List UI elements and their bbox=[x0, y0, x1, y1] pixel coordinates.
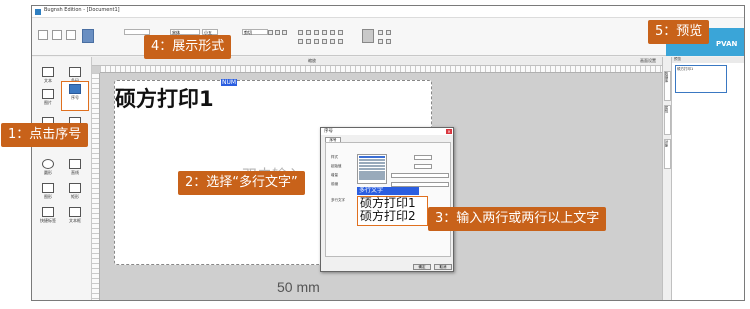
tool-serial-number-label: 序号 bbox=[71, 95, 79, 100]
tool-quick-label-label: 快捷标签 bbox=[40, 218, 56, 223]
tool-serial-number[interactable]: 序号 bbox=[61, 81, 89, 111]
serial-number-icon bbox=[69, 84, 81, 94]
step-value-field[interactable] bbox=[414, 164, 432, 169]
open-icon[interactable] bbox=[52, 30, 62, 40]
label-serial-text[interactable]: 硕方打印1 bbox=[115, 83, 214, 113]
callout-step2: 2：选择“多行文字” bbox=[178, 171, 305, 195]
multiline-text-input[interactable]: 硕方打印1 硕方打印2 bbox=[357, 196, 428, 226]
rectangle-icon bbox=[69, 183, 81, 193]
multiline-label: 多行文字 bbox=[331, 198, 345, 202]
cancel-button[interactable]: 取消 bbox=[434, 264, 452, 270]
tool-textbox[interactable]: 文本框 bbox=[61, 205, 89, 231]
tool-text-label: 文本 bbox=[44, 78, 52, 83]
group-icon[interactable] bbox=[378, 30, 383, 35]
serial-dialog: 序号 ✕ 序号 样式 起始值 增量 前缀 多行文字 多行文字 硕方打印1 硕方打… bbox=[320, 127, 454, 272]
align-left-icon[interactable] bbox=[268, 30, 273, 35]
unlock-icon[interactable] bbox=[386, 39, 391, 44]
tool-f-icon[interactable] bbox=[338, 30, 343, 35]
dialog-body: 样式 起始值 增量 前缀 多行文字 多行文字 硕方打印1 硕方打印2 bbox=[325, 142, 451, 257]
suffix-field[interactable] bbox=[391, 173, 449, 178]
tool-image[interactable]: 图片 bbox=[34, 87, 62, 113]
line-icon bbox=[69, 159, 81, 169]
side-tabs: 数据库 属性 对象 bbox=[662, 57, 671, 300]
page-setup-label[interactable]: 画面设置 bbox=[640, 58, 656, 64]
dialog-title: 序号 bbox=[321, 128, 453, 135]
style-dropdown-list[interactable] bbox=[357, 154, 387, 184]
text-icon bbox=[42, 67, 54, 77]
new-icon[interactable] bbox=[38, 30, 48, 40]
tool-quick-label[interactable]: 快捷标签 bbox=[34, 205, 62, 231]
tool-line-label: 直线 bbox=[71, 170, 79, 175]
callout-step5: 5：预览 bbox=[648, 20, 710, 44]
callout-step4: 4：展示形式 bbox=[144, 35, 232, 59]
tool-b-icon[interactable] bbox=[306, 30, 311, 35]
tool-circle-label: 圆形 bbox=[44, 170, 52, 175]
num-tag: NUM bbox=[221, 79, 238, 86]
left-ruler bbox=[92, 73, 100, 300]
align-right-icon[interactable] bbox=[282, 30, 287, 35]
tool-shape-label: 图形 bbox=[44, 194, 52, 199]
tool-i-icon[interactable] bbox=[314, 39, 319, 44]
preview-thumbnail[interactable]: 硕方打印1 bbox=[675, 65, 727, 93]
tool-rectangle-label: 矩形 bbox=[71, 194, 79, 199]
close-icon[interactable]: ✕ bbox=[446, 129, 452, 134]
tool-a-icon[interactable] bbox=[298, 30, 303, 35]
align-center-icon[interactable] bbox=[275, 30, 280, 35]
tool-shape[interactable]: 图形 bbox=[34, 181, 62, 207]
tab-properties[interactable]: 属性 bbox=[664, 105, 671, 135]
tab-database[interactable]: 数据库 bbox=[664, 71, 671, 101]
ribbon-toolbar: 宋体 小五 剪切 bbox=[32, 26, 744, 56]
top-ruler bbox=[100, 66, 662, 73]
tool-g-icon[interactable] bbox=[298, 39, 303, 44]
preview-panel: 预览 硕方打印1 bbox=[671, 57, 744, 300]
brand-text: PVAN bbox=[716, 40, 738, 48]
quick-label-icon bbox=[42, 207, 54, 217]
layout-icon[interactable] bbox=[362, 29, 374, 43]
ungroup-icon[interactable] bbox=[386, 30, 391, 35]
zoom-label[interactable]: 缩放 bbox=[308, 58, 316, 64]
tool-h-icon[interactable] bbox=[306, 39, 311, 44]
ok-button[interactable]: 确定 bbox=[413, 264, 431, 270]
tool-rectangle[interactable]: 矩形 bbox=[61, 181, 89, 207]
tool-line[interactable]: 直线 bbox=[61, 157, 89, 183]
callout-step1: 1：点击序号 bbox=[1, 123, 89, 147]
step-label: 增量 bbox=[331, 173, 338, 177]
tool-j-icon[interactable] bbox=[322, 39, 327, 44]
start-value-field[interactable] bbox=[414, 155, 432, 160]
circle-icon bbox=[42, 159, 54, 169]
window-title: Bugnsh Edition - [Document1] bbox=[44, 7, 120, 13]
save-icon[interactable] bbox=[66, 30, 76, 40]
shape-icon bbox=[42, 183, 54, 193]
callout-step3: 3：输入两行或两行以上文字 bbox=[428, 207, 607, 231]
preview-header: 预览 bbox=[672, 57, 744, 63]
lock-icon[interactable] bbox=[378, 39, 383, 44]
multiline-option-selected[interactable]: 多行文字 bbox=[357, 187, 419, 195]
menu-bar: 文件(F) 编辑(E) 视图(V) 插入(I) 布局(L) 帮助 窗口(W) bbox=[32, 18, 744, 35]
tool-circle[interactable]: 圆形 bbox=[34, 157, 62, 183]
tool-k-icon[interactable] bbox=[330, 39, 335, 44]
tool-l-icon[interactable] bbox=[338, 39, 343, 44]
image-icon bbox=[42, 89, 54, 99]
barcode-icon bbox=[69, 67, 81, 77]
app-logo-icon bbox=[35, 9, 41, 15]
tool-textbox-label: 文本框 bbox=[69, 218, 81, 223]
style-select[interactable]: 剪切 bbox=[242, 29, 268, 35]
textbox-icon bbox=[69, 207, 81, 217]
width-dimension: 50 mm bbox=[277, 279, 320, 295]
tool-image-label: 图片 bbox=[44, 100, 52, 105]
start-label: 起始值 bbox=[331, 164, 342, 168]
tool-e-icon[interactable] bbox=[330, 30, 335, 35]
preview-thumb-text: 硕方打印1 bbox=[677, 67, 694, 71]
style-label: 样式 bbox=[331, 155, 338, 159]
title-bar: Bugnsh Edition - [Document1] bbox=[32, 6, 744, 18]
print-icon[interactable] bbox=[82, 29, 94, 43]
tool-c-icon[interactable] bbox=[314, 30, 319, 35]
tab-objects[interactable]: 对象 bbox=[664, 139, 671, 169]
left-tool-panel: 文本 条码 图片 序号 二维码 表格 圆形 直线 图形 矩形 快捷标签 文本框 bbox=[32, 57, 92, 300]
screenshot: Bugnsh Edition - [Document1] 文件(F) 编辑(E)… bbox=[0, 0, 750, 309]
text-line-2: 硕方打印2 bbox=[360, 209, 416, 223]
tool-d-icon[interactable] bbox=[322, 30, 327, 35]
prefix-label: 前缀 bbox=[331, 182, 338, 186]
